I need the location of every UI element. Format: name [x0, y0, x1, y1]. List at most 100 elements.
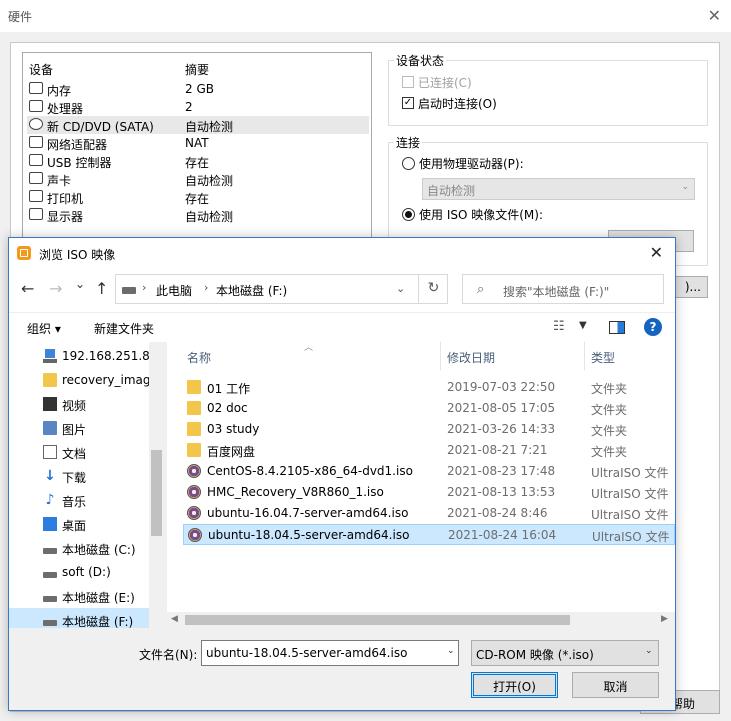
nav-item-documents[interactable]: 文档: [9, 440, 149, 464]
file-list-scrollbar[interactable]: ◀ ▶: [167, 612, 675, 628]
organize-button[interactable]: 组织 ▾: [27, 320, 61, 337]
nav-item-drive-c[interactable]: 本地磁盘 (C:): [9, 536, 149, 560]
sort-ascending-icon: ︿: [304, 343, 314, 353]
view-dropdown-icon[interactable]: ▼: [579, 320, 587, 331]
device-summary: 2: [185, 100, 193, 114]
file-row-iso[interactable]: HMC_Recovery_V8R860_1.iso 2021-08-13 13:…: [183, 482, 675, 503]
preview-pane-icon[interactable]: [609, 321, 625, 334]
refresh-icon[interactable]: ↻: [418, 275, 448, 303]
hardware-close-icon[interactable]: ✕: [708, 6, 721, 25]
iso-image-radio[interactable]: [402, 208, 415, 221]
physical-drive-select[interactable]: 自动检测 ⌄: [422, 178, 695, 200]
nav-item-music[interactable]: ♪ 音乐: [9, 488, 149, 512]
nav-item-pictures[interactable]: 图片: [9, 416, 149, 440]
memory-icon: [29, 82, 43, 94]
nav-item-network-share[interactable]: 192.168.251.8: [9, 344, 149, 368]
file-type: UltraISO 文件: [591, 508, 669, 522]
file-row-iso-selected[interactable]: ubuntu-18.04.5-server-amd64.iso 2021-08-…: [183, 524, 675, 545]
nav-item-drive-f[interactable]: 本地磁盘 (F:): [9, 608, 149, 629]
nav-item-desktop[interactable]: 桌面: [9, 512, 149, 536]
device-name: 声卡: [47, 174, 72, 188]
processor-icon: [29, 100, 43, 112]
recent-locations-icon[interactable]: ⌄: [75, 277, 85, 291]
nav-item-label: 桌面: [62, 519, 87, 533]
breadcrumb-this-pc[interactable]: 此电脑: [156, 282, 192, 299]
device-row-cdrom[interactable]: 新 CD/DVD (SATA) 自动检测: [27, 116, 369, 134]
connected-label: 已连接(C): [418, 76, 472, 90]
file-row-folder[interactable]: 03 study 2021-03-26 14:33 文件夹: [183, 419, 675, 440]
network-drive-icon: [43, 349, 57, 363]
view-options-icon[interactable]: ☷: [553, 319, 565, 334]
device-summary: 自动检测: [185, 210, 234, 224]
filename-label: 文件名(N):: [139, 648, 198, 662]
file-name: 百度网盘: [207, 445, 256, 459]
column-header-date[interactable]: 修改日期: [447, 349, 495, 366]
cdrom-icon: [29, 118, 43, 130]
network-adapter-icon: [29, 136, 43, 148]
close-icon[interactable]: ✕: [650, 243, 663, 262]
nav-item-downloads[interactable]: ↓ 下载: [9, 464, 149, 488]
address-bar[interactable]: › 此电脑 › 本地磁盘 (F:) ⌄ ↻: [115, 274, 448, 304]
open-button[interactable]: 打开(O): [471, 672, 558, 698]
breadcrumb-local-disk-f[interactable]: 本地磁盘 (F:): [216, 282, 287, 299]
column-divider[interactable]: [440, 342, 441, 370]
physical-drive-radio[interactable]: [402, 157, 415, 170]
column-divider[interactable]: [584, 342, 585, 370]
nav-item-label: 音乐: [62, 495, 87, 509]
nav-item-videos[interactable]: 视频: [9, 392, 149, 416]
search-input[interactable]: ⌕ 搜索"本地磁盘 (F:)": [462, 274, 664, 304]
connected-checkbox[interactable]: [402, 76, 414, 88]
file-row-iso[interactable]: ubuntu-16.04.7-server-amd64.iso 2021-08-…: [183, 503, 675, 524]
file-type-select[interactable]: CD-ROM 映像 (*.iso): [471, 640, 659, 666]
file-row-folder[interactable]: 02 doc 2021-08-05 17:05 文件夹: [183, 398, 675, 419]
folder-icon: [187, 422, 201, 436]
chevron-down-icon[interactable]: ⌄: [645, 646, 653, 656]
device-row-network[interactable]: 网络适配器 NAT: [27, 134, 369, 152]
device-row-sound[interactable]: 声卡 自动检测: [27, 170, 369, 188]
device-row-usb[interactable]: USB 控制器 存在: [27, 152, 369, 170]
nav-item-recovery-image[interactable]: recovery_image: [9, 368, 149, 392]
drive-icon: [43, 589, 57, 603]
file-date: 2021-03-26 14:33: [447, 422, 556, 436]
device-row-memory[interactable]: 内存 2 GB: [27, 80, 369, 98]
column-header-type[interactable]: 类型: [591, 349, 615, 366]
file-row-folder[interactable]: 百度网盘 2021-08-21 7:21 文件夹: [183, 440, 675, 461]
dialog-title: 浏览 ISO 映像: [39, 248, 116, 262]
file-row-iso[interactable]: CentOS-8.4.2105-x86_64-dvd1.iso 2021-08-…: [183, 461, 675, 482]
file-row-folder[interactable]: 01 工作 2019-07-03 22:50 文件夹: [183, 377, 675, 398]
device-row-printer[interactable]: 打印机 存在: [27, 188, 369, 206]
new-folder-button[interactable]: 新建文件夹: [94, 320, 154, 337]
device-row-processor[interactable]: 处理器 2: [27, 98, 369, 116]
cancel-button[interactable]: 取消: [572, 672, 659, 698]
column-header-name[interactable]: 名称: [187, 349, 211, 366]
file-name: 01 工作: [207, 382, 251, 396]
forward-arrow-icon[interactable]: →: [49, 279, 62, 298]
file-date: 2021-08-21 7:21: [447, 443, 548, 457]
nav-item-drive-d[interactable]: soft (D:): [9, 560, 149, 584]
scrollbar-thumb[interactable]: [185, 615, 570, 625]
file-type: UltraISO 文件: [591, 487, 669, 501]
back-arrow-icon[interactable]: ←: [21, 279, 34, 298]
scroll-left-icon[interactable]: ◀: [171, 614, 178, 624]
connect-on-start-checkbox[interactable]: ✓: [402, 97, 414, 109]
device-row-display[interactable]: 显示器 自动检测: [27, 206, 369, 224]
help-icon[interactable]: ?: [644, 318, 662, 336]
folder-icon: [187, 443, 201, 457]
file-name: CentOS-8.4.2105-x86_64-dvd1.iso: [207, 464, 413, 478]
device-name: 网络适配器: [47, 138, 108, 152]
chevron-down-icon[interactable]: ⌄: [447, 646, 455, 656]
device-name: 处理器: [47, 102, 84, 116]
device-list[interactable]: 设备 摘要 内存 2 GB 处理器 2 新 CD/DVD (SATA) 自动检测…: [22, 52, 372, 242]
device-summary: 自动检测: [185, 120, 234, 134]
chevron-down-icon[interactable]: ⌄: [396, 282, 405, 295]
navigation-bar: ← → ⌄ ↑ › 此电脑 › 本地磁盘 (F:) ⌄ ↻ ⌕ 搜索"本地磁盘 …: [9, 268, 675, 312]
device-name: 打印机: [47, 192, 84, 206]
printer-icon: [29, 190, 43, 202]
up-arrow-icon[interactable]: ↑: [95, 279, 108, 298]
scrollbar-thumb[interactable]: [151, 450, 162, 536]
nav-item-label: 图片: [62, 423, 87, 437]
scroll-right-icon[interactable]: ▶: [661, 614, 668, 624]
nav-pane-scrollbar[interactable]: [149, 342, 164, 628]
filename-input[interactable]: ubuntu-18.04.5-server-amd64.iso: [201, 640, 459, 666]
nav-item-drive-e[interactable]: 本地磁盘 (E:): [9, 584, 149, 608]
